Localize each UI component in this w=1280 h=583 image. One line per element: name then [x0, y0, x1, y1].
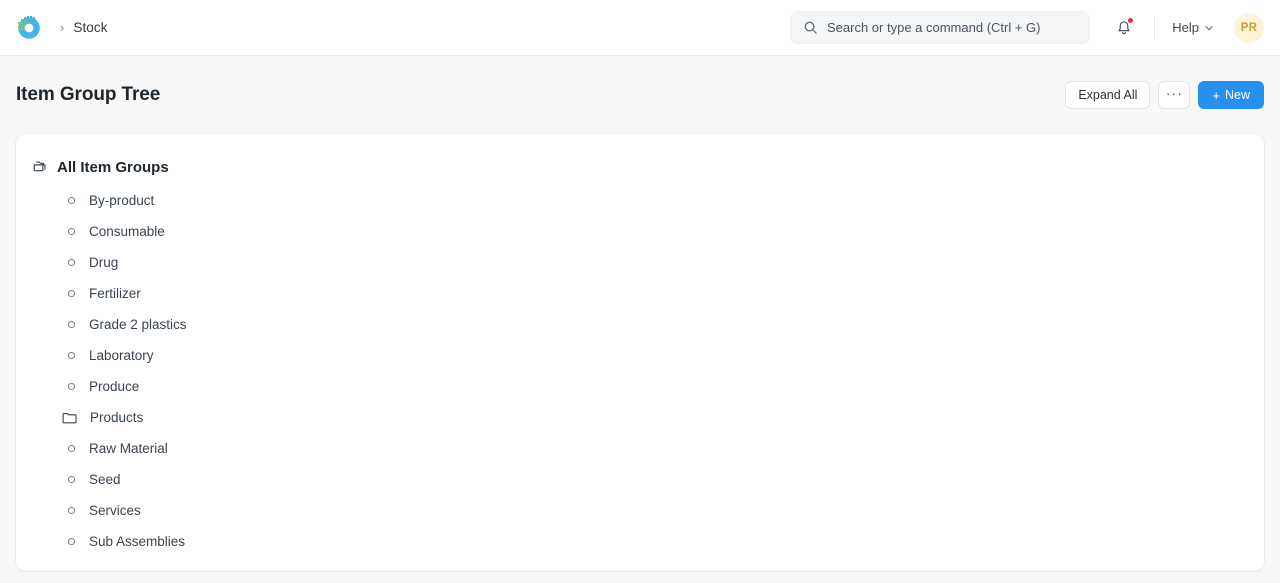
new-button[interactable]: + New [1198, 81, 1264, 109]
tree-node-label: Sub Assemblies [89, 534, 185, 549]
circle-icon [63, 503, 79, 519]
global-search[interactable] [790, 11, 1090, 44]
folder-icon [61, 410, 78, 426]
circle-icon [63, 379, 79, 395]
circle-icon [63, 472, 79, 488]
tree-node-root[interactable]: All Item Groups [32, 152, 1264, 182]
tree-node-drug[interactable]: Drug [63, 247, 1264, 278]
content-area: All Item Groups By-product Consumable Drug… [0, 134, 1280, 571]
page-header: Item Group Tree Expand All ··· + New [0, 56, 1280, 134]
help-label: Help [1172, 20, 1199, 35]
navbar: › Stock Help PR [0, 0, 1280, 56]
tree-node-by-product[interactable]: By-product [63, 185, 1264, 216]
tree-children: By-product Consumable Drug Fertilizer Grade … [32, 185, 1264, 557]
tree-node-consumable[interactable]: Consumable [63, 216, 1264, 247]
new-button-label: New [1225, 88, 1250, 102]
folder-open-icon [32, 159, 48, 175]
tree-node-products[interactable]: Products [61, 402, 1264, 433]
tree-node-label: Products [90, 410, 143, 425]
circle-icon [63, 534, 79, 550]
navbar-divider [1154, 17, 1155, 39]
breadcrumb-item-stock[interactable]: Stock [73, 20, 107, 35]
item-group-tree: All Item Groups By-product Consumable Drug… [16, 152, 1264, 557]
page-title: Item Group Tree [16, 84, 160, 106]
circle-icon [63, 317, 79, 333]
navbar-right: Help PR [1108, 0, 1264, 55]
circle-icon [63, 286, 79, 302]
help-menu-button[interactable]: Help [1170, 16, 1216, 39]
tree-node-grade-2-plastics[interactable]: Grade 2 plastics [63, 309, 1264, 340]
tree-node-seed[interactable]: Seed [63, 464, 1264, 495]
circle-icon [63, 255, 79, 271]
circle-icon [63, 441, 79, 457]
avatar[interactable]: PR [1234, 13, 1264, 43]
breadcrumb-separator: › [60, 21, 64, 34]
tree-node-label: Services [89, 503, 141, 518]
tree-node-label: Grade 2 plastics [89, 317, 187, 332]
chevron-down-icon [1204, 23, 1214, 33]
tree-node-raw-material[interactable]: Raw Material [63, 433, 1264, 464]
search-input[interactable] [827, 12, 1077, 43]
tree-node-label: Seed [89, 472, 121, 487]
tree-card: All Item Groups By-product Consumable Drug… [16, 134, 1264, 571]
tree-node-label: Raw Material [89, 441, 168, 456]
circle-icon [63, 348, 79, 364]
circle-icon [63, 193, 79, 209]
tree-root-label: All Item Groups [57, 159, 169, 176]
tree-node-sub-assemblies[interactable]: Sub Assemblies [63, 526, 1264, 557]
notification-badge-dot [1128, 18, 1133, 23]
navbar-left: › Stock [14, 13, 108, 43]
tree-node-label: Fertilizer [89, 286, 141, 301]
page-header-actions: Expand All ··· + New [1065, 81, 1264, 109]
tree-node-label: Consumable [89, 224, 165, 239]
expand-all-button[interactable]: Expand All [1065, 81, 1150, 109]
tree-node-fertilizer[interactable]: Fertilizer [63, 278, 1264, 309]
tree-node-services[interactable]: Services [63, 495, 1264, 526]
search-icon [803, 20, 818, 35]
more-menu-button[interactable]: ··· [1158, 81, 1190, 109]
tree-node-laboratory[interactable]: Laboratory [63, 340, 1264, 371]
tree-node-label: Drug [89, 255, 118, 270]
tree-node-produce[interactable]: Produce [63, 371, 1264, 402]
search-box[interactable] [790, 11, 1090, 44]
tree-node-label: By-product [89, 193, 154, 208]
notifications-button[interactable] [1108, 12, 1140, 44]
erpnext-logo-icon[interactable] [14, 13, 44, 43]
tree-node-label: Laboratory [89, 348, 154, 363]
tree-node-label: Produce [89, 379, 139, 394]
circle-icon [63, 224, 79, 240]
plus-icon: + [1212, 88, 1220, 103]
